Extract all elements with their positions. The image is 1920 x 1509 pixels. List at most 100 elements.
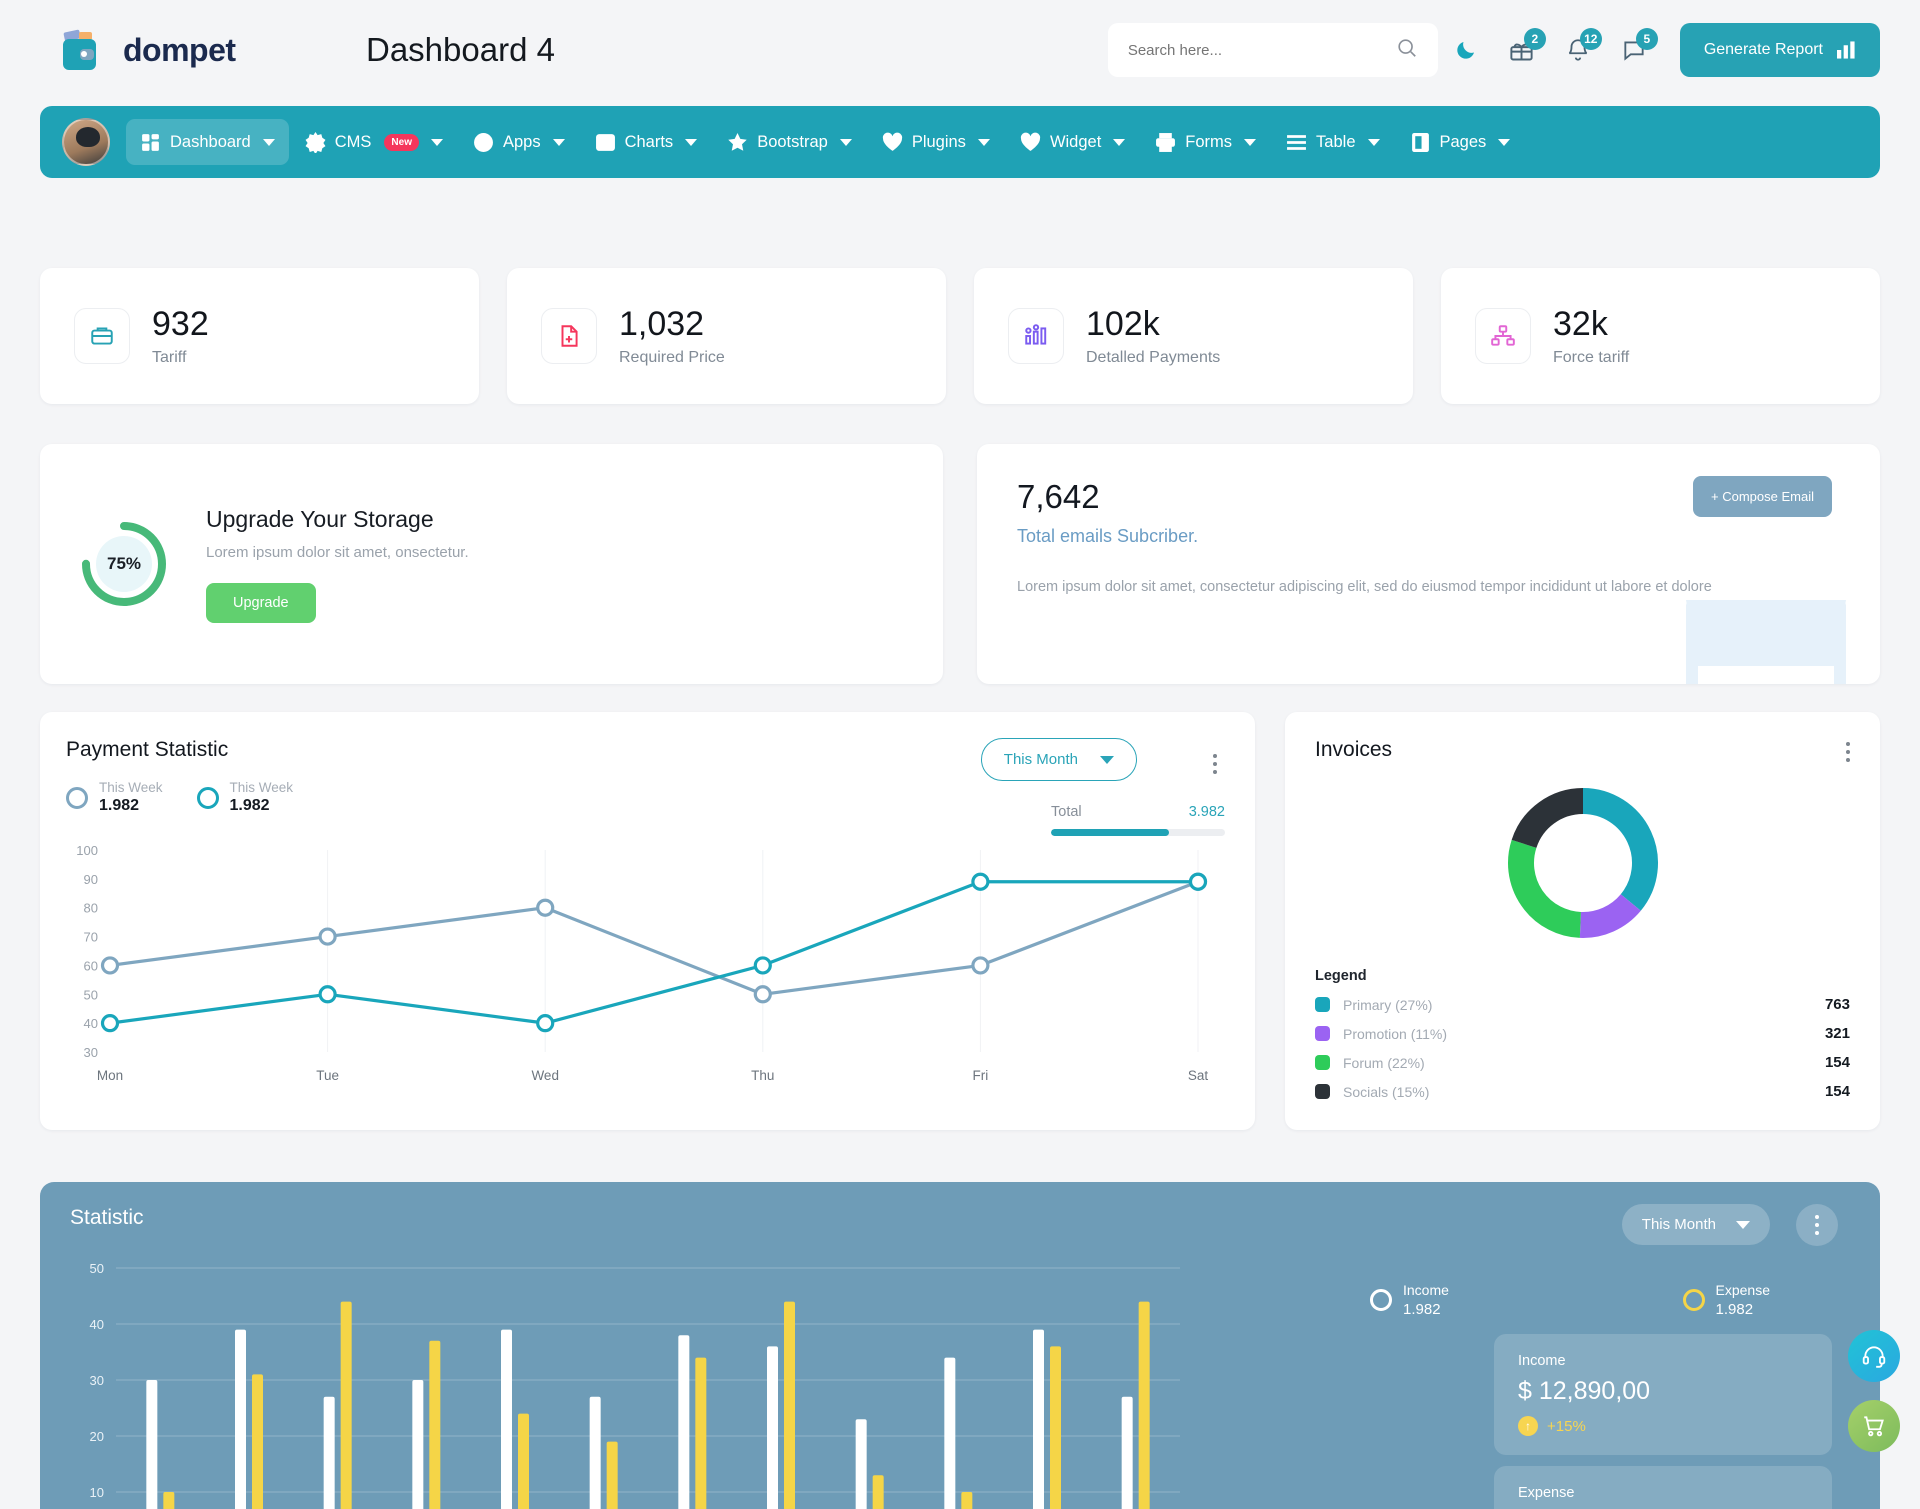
top-header: dompet Dashboard 4 Search here... 2 12 5… <box>0 0 1920 100</box>
svg-text:90: 90 <box>84 872 98 887</box>
chevron-down-icon <box>1367 138 1380 146</box>
legend-label: Income <box>1403 1282 1449 1298</box>
upgrade-button[interactable]: Upgrade <box>206 582 316 623</box>
support-fab-button[interactable] <box>1848 1330 1900 1382</box>
stat-value: 932 <box>152 305 209 344</box>
theme-toggle-button[interactable] <box>1438 22 1494 78</box>
messages-button[interactable]: 5 <box>1606 22 1662 78</box>
statistic-range-select[interactable]: This Month <box>1621 1204 1770 1245</box>
chevron-down-icon <box>1736 1220 1750 1229</box>
legend-dot-icon <box>1370 1289 1392 1311</box>
nav-item-label: Charts <box>624 132 674 151</box>
stat-card-tariff: 932 Tariff <box>40 268 479 404</box>
svg-text:80: 80 <box>84 901 98 916</box>
stat-label: Tariff <box>152 348 187 366</box>
invoice-legend-row: Primary (27%) 763 <box>1315 996 1850 1013</box>
stat-value: 32k <box>1553 305 1608 344</box>
nav-item-apps[interactable]: Apps <box>459 119 579 165</box>
nav-item-charts[interactable]: Charts <box>581 119 712 165</box>
legend-dot-icon <box>1682 1289 1705 1311</box>
payment-line-chart: 30 40 50 60 70 80 90 100 Mon Tue Wed Thu Fri Sat <box>76 843 1208 1083</box>
storage-subtitle: Lorem ipsum dolor sit amet, onsectetur. <box>206 543 469 561</box>
svg-text:30: 30 <box>84 1045 98 1060</box>
gifts-button[interactable]: 2 <box>1494 22 1550 78</box>
invoices-donut-chart <box>1315 778 1850 948</box>
search-icon[interactable] <box>1396 37 1418 64</box>
moon-icon <box>1457 42 1474 59</box>
bell-badge: 12 <box>1579 28 1602 50</box>
payment-legend-item[interactable]: This Week 1.982 <box>196 780 293 815</box>
email-subscriber-card: 7,642 Total emails Subcriber. Lorem ipsu… <box>977 444 1880 684</box>
nav-item-label: Plugins <box>911 132 966 151</box>
star-icon <box>727 132 748 153</box>
heart-icon <box>1020 132 1041 153</box>
legend-swatch-icon <box>1315 1084 1330 1099</box>
legend-name: Socials (15%) <box>1343 1083 1430 1100</box>
nav-item-widget[interactable]: Widget <box>1006 119 1139 165</box>
chevron-down-icon <box>552 138 565 146</box>
svg-text:Mon: Mon <box>97 1068 123 1083</box>
chevron-down-icon <box>430 138 443 146</box>
chevron-down-icon <box>1113 138 1126 146</box>
svg-text:30: 30 <box>90 1373 104 1388</box>
payment-menu-button[interactable] <box>1213 754 1217 774</box>
upgrade-storage-card: 75% Upgrade Your Storage Lorem ipsum dol… <box>40 444 943 684</box>
sitemap-icon <box>1475 308 1531 364</box>
nav-item-dashboard[interactable]: Dashboard <box>126 119 289 165</box>
avatar[interactable] <box>62 118 110 166</box>
nav-item-forms[interactable]: Forms <box>1141 119 1270 165</box>
statistic-title: Statistic <box>70 1206 144 1229</box>
legend-value: 321 <box>1824 1025 1850 1042</box>
invoice-legend-row: Socials (15%) 154 <box>1315 1083 1850 1100</box>
gift-badge: 2 <box>1523 28 1546 50</box>
svg-text:100: 100 <box>76 843 98 858</box>
delta-value: +15% <box>1547 1417 1586 1435</box>
payment-range-select[interactable]: This Month <box>980 738 1137 781</box>
legend-swatch-icon <box>1315 1026 1330 1041</box>
notifications-button[interactable]: 12 <box>1550 22 1606 78</box>
compose-email-button[interactable]: + Compose Email <box>1693 476 1832 517</box>
dashboard-page: dompet Dashboard 4 Search here... 2 12 5… <box>0 0 1920 1509</box>
legend-value: 1.982 <box>99 797 140 814</box>
legend-value: 154 <box>1824 1054 1850 1071</box>
invoices-title: Invoices <box>1315 738 1393 761</box>
nav-item-plugins[interactable]: Plugins <box>868 119 1004 165</box>
invoices-legend: Primary (27%) 763 Promotion (11%) 321 Forum … <box>1315 996 1850 1100</box>
svg-text:10: 10 <box>90 1485 104 1500</box>
brand-name: dompet <box>123 31 236 68</box>
cart-fab-button[interactable] <box>1848 1400 1900 1452</box>
svg-text:Thu: Thu <box>751 1068 774 1083</box>
svg-text:50: 50 <box>84 987 98 1002</box>
arrow-up-icon: ↑ <box>1518 1416 1538 1436</box>
legend-name: Promotion (11%) <box>1343 1025 1448 1042</box>
invoices-menu-button[interactable] <box>1846 742 1850 762</box>
legend-value: 1.982 <box>229 797 270 814</box>
statistic-menu-button[interactable] <box>1796 1204 1838 1246</box>
chart-icon <box>1008 308 1064 364</box>
stat-label: Required Price <box>619 348 725 366</box>
statistic-legend-item[interactable]: Expense 1.982 <box>1682 1282 1770 1318</box>
payment-total-bar <box>1051 829 1225 836</box>
legend-dot-icon <box>196 786 219 809</box>
stat-label: Force tariff <box>1553 348 1630 366</box>
list-icon <box>1286 132 1307 153</box>
summary-cards-row: 932 Tariff 1,032 Required Price 102k Detalled… <box>40 268 1880 404</box>
brand-logo-group[interactable]: dompet <box>58 25 288 75</box>
nav-item-bootstrap[interactable]: Bootstrap <box>713 119 866 165</box>
payment-total-label: Total <box>1051 804 1082 820</box>
search-box[interactable] <box>1107 23 1438 77</box>
money-delta: ↑ +15% <box>1518 1416 1808 1436</box>
search-input[interactable] <box>1127 41 1396 59</box>
nav-item-cms[interactable]: CMS New <box>291 119 457 165</box>
nav-item-pages[interactable]: Pages <box>1396 119 1525 165</box>
generate-report-button[interactable]: Generate Report <box>1679 23 1880 77</box>
stat-value: 102k <box>1086 305 1160 344</box>
pages-icon <box>1410 132 1431 153</box>
statistic-legend-item[interactable]: Income 1.982 <box>1370 1282 1449 1318</box>
nav-item-table[interactable]: Table <box>1272 119 1393 165</box>
legend-name: Forum (22%) <box>1343 1054 1425 1071</box>
invoices-card: Invoices Legend Primary (27%) 763 Promotio… <box>1285 712 1880 1130</box>
nav-item-label: Dashboard <box>170 132 251 151</box>
payment-legend-item[interactable]: This Week 1.982 <box>66 780 163 815</box>
nav-item-label: Table <box>1316 132 1356 151</box>
